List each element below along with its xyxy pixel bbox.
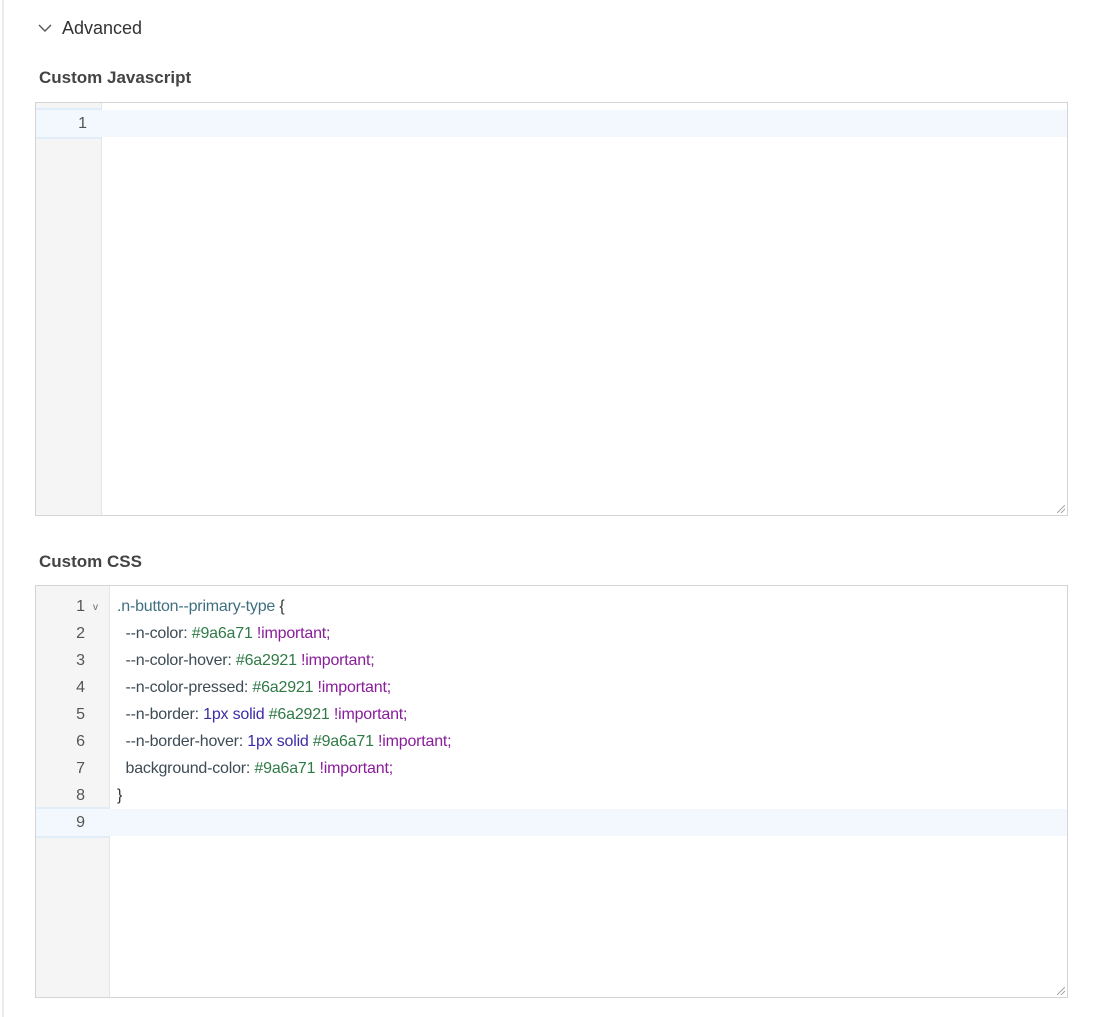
code-token: --n-color-pressed: xyxy=(117,679,253,696)
code-token: ; xyxy=(388,760,393,777)
code-token: #9a6a71 xyxy=(254,760,316,777)
code-token: background-color: xyxy=(117,760,255,777)
code-line[interactable]: background-color: #9a6a71 !important; xyxy=(36,755,1067,782)
code-token: ; xyxy=(386,679,391,696)
code-token: #6a2921 xyxy=(252,679,314,696)
code-token: ; xyxy=(326,625,331,642)
code-line[interactable] xyxy=(36,809,1067,836)
code-token: !important xyxy=(315,760,389,777)
code-token: { xyxy=(279,598,285,615)
code-token: #9a6a71 xyxy=(191,625,253,642)
custom-javascript-editor[interactable]: 1 xyxy=(35,102,1068,516)
line-number: 9 xyxy=(76,814,85,831)
code-line[interactable]: --n-border-hover: 1px solid #9a6a71 !imp… xyxy=(36,728,1067,755)
code-token: !important xyxy=(296,652,371,669)
code-token: ; xyxy=(403,706,408,723)
line-number-gutter xyxy=(36,103,102,515)
resize-handle[interactable] xyxy=(1057,505,1065,513)
code-line[interactable]: } xyxy=(36,782,1067,809)
code-line[interactable] xyxy=(36,110,1067,137)
panel-left-border xyxy=(2,0,4,1017)
code-token: !important xyxy=(373,733,448,750)
code-line[interactable]: .n-button--primary-type { xyxy=(36,593,1067,620)
code-token: --n-border: xyxy=(117,706,204,723)
resize-handle[interactable] xyxy=(1057,987,1065,995)
custom-css-label: Custom CSS xyxy=(39,552,142,571)
code-token: 1px solid xyxy=(203,706,269,723)
code-line[interactable]: --n-color-pressed: #6a2921 !important; xyxy=(36,674,1067,701)
line-number: 1 xyxy=(78,115,87,132)
line-number: 8 xyxy=(76,787,85,804)
line-number: 6 xyxy=(76,733,85,750)
line-number: 7 xyxy=(76,760,85,777)
code-line[interactable]: --n-color-hover: #6a2921 !important; xyxy=(36,647,1067,674)
code-token: #6a2921 xyxy=(235,652,297,669)
code-token: } xyxy=(117,787,123,804)
line-number: 1 xyxy=(76,598,85,615)
fold-toggle-icon[interactable]: v xyxy=(93,602,98,613)
code-token: !important xyxy=(329,706,404,723)
code-token: --n-color-hover: xyxy=(117,652,236,669)
code-token: 1px solid xyxy=(247,733,313,750)
line-number: 2 xyxy=(76,625,85,642)
code-token: ; xyxy=(370,652,375,669)
custom-javascript-label: Custom Javascript xyxy=(39,68,192,87)
line-number: 4 xyxy=(76,679,85,696)
code-line[interactable]: --n-border: 1px solid #6a2921 !important… xyxy=(36,701,1067,728)
chevron-down-icon xyxy=(38,24,52,32)
code-token: .n-button--primary-type xyxy=(117,598,280,615)
code-token: --n-color: xyxy=(117,625,192,642)
code-token: !important xyxy=(313,679,387,696)
line-number: 5 xyxy=(76,706,85,723)
code-token: !important xyxy=(252,625,327,642)
code-token: ; xyxy=(447,733,452,750)
code-token: --n-border-hover: xyxy=(117,733,248,750)
advanced-section-toggle[interactable]: Advanced xyxy=(38,18,142,39)
line-number: 3 xyxy=(76,652,85,669)
advanced-section-title: Advanced xyxy=(62,18,143,38)
code-line[interactable]: --n-color: #9a6a71 !important; xyxy=(36,620,1067,647)
code-token: #9a6a71 xyxy=(312,733,374,750)
code-token: #6a2921 xyxy=(268,706,330,723)
custom-css-editor[interactable]: .n-button--primary-type {1 v --n-color: #… xyxy=(35,585,1068,998)
